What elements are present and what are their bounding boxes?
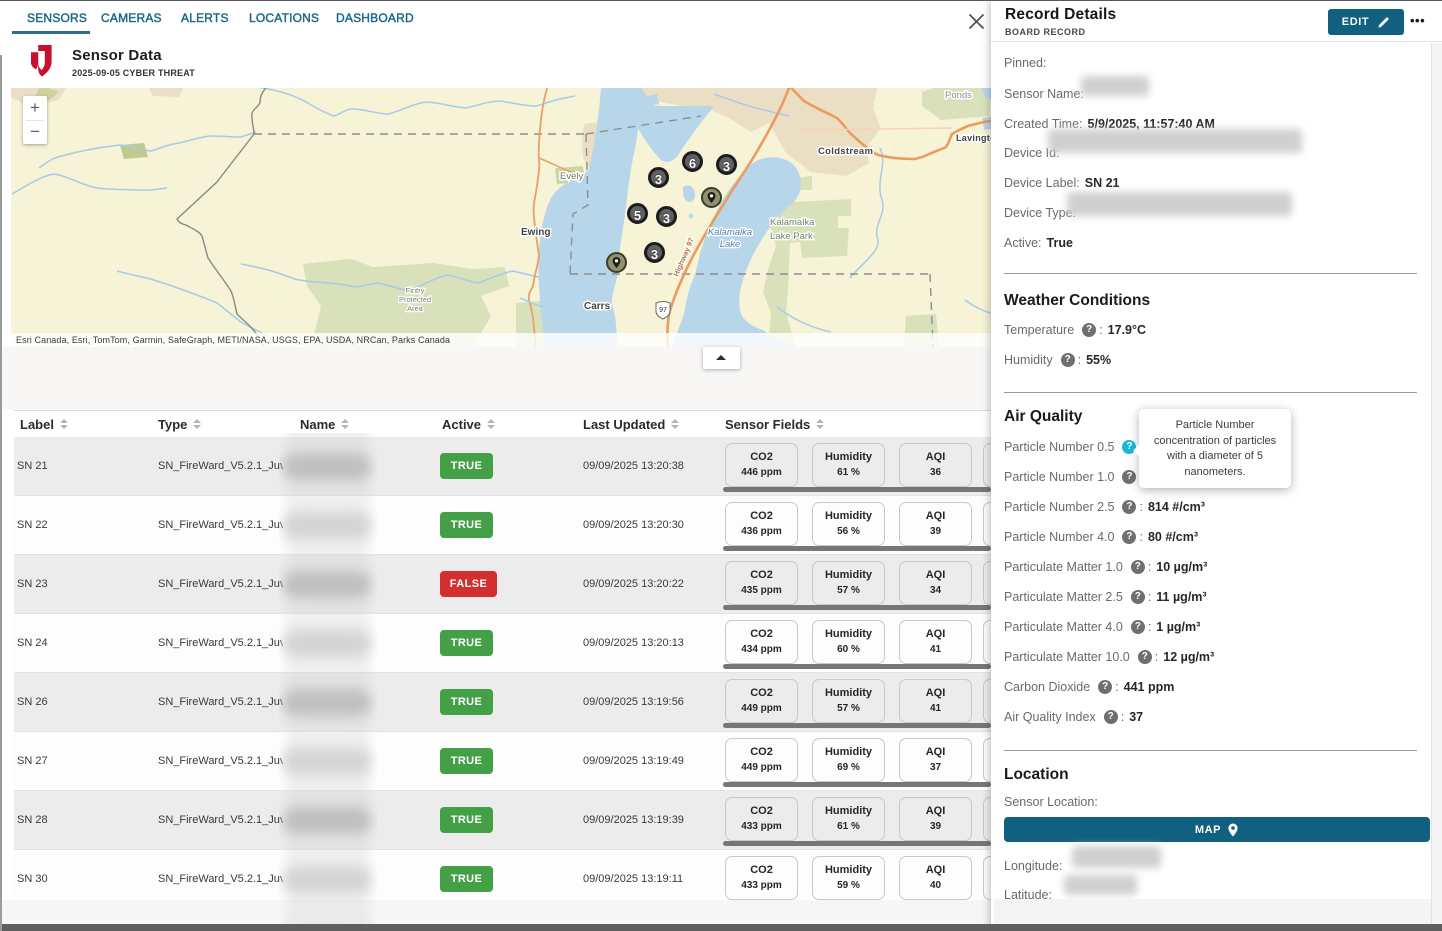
svg-text:Lake: Lake [720,239,741,250]
svg-text:Lake Park: Lake Park [770,231,813,242]
svg-text:97: 97 [659,307,667,314]
svg-text:Protected: Protected [399,295,431,304]
svg-text:Evely: Evely [560,171,583,182]
svg-text:Fintry: Fintry [406,286,425,295]
svg-text:Kalamalka: Kalamalka [708,227,752,238]
svg-text:Coldstream: Coldstream [818,146,873,157]
svg-text:Lavington: Lavington [956,133,993,143]
svg-text:Area: Area [407,304,424,313]
svg-text:Carrs: Carrs [584,301,611,312]
svg-text:Ponds: Ponds [945,90,972,101]
svg-text:Ewing: Ewing [521,227,550,238]
svg-text:Kalamalka: Kalamalka [770,217,815,228]
